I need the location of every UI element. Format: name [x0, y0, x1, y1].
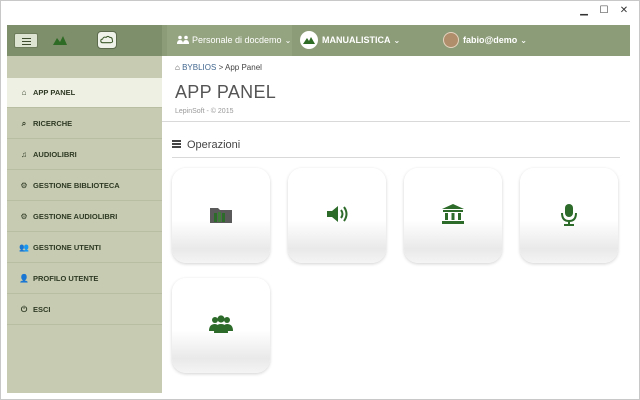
sidebar-item-profilo-utente[interactable]: 👤 PROFILO UTENTE — [7, 264, 162, 294]
music-icon: ♫ — [21, 150, 27, 159]
sidebar-item-ricerche[interactable]: ⌕ RICERCHE — [7, 109, 162, 139]
breadcrumb-root-link[interactable]: BYBLIOS — [182, 63, 216, 72]
window-titlebar: ▁ ☐ ✕ — [1, 1, 639, 23]
tile-recording[interactable] — [520, 168, 618, 263]
section-header: Operazioni — [172, 139, 240, 151]
user-label: fabio@demo — [463, 35, 518, 45]
mountain-logo-icon — [300, 30, 318, 49]
section-title: Operazioni — [187, 139, 241, 151]
chevron-down-icon: ⌄ — [393, 36, 401, 45]
users-icon — [177, 35, 189, 45]
minimize-button[interactable]: ▁ — [577, 4, 591, 18]
close-button[interactable]: ✕ — [617, 4, 631, 18]
sidebar-item-label: ESCI — [33, 305, 51, 314]
breadcrumb-current: App Panel — [225, 63, 262, 72]
sidebar-item-gestione-audiolibri[interactable]: ⚙ GESTIONE AUDIOLIBRI — [7, 202, 162, 232]
manual-label: MANUALISTICA — [322, 35, 391, 45]
sidebar-item-label: APP PANEL — [33, 88, 76, 97]
mountain-logo-icon[interactable] — [53, 36, 67, 45]
sidebar-item-label: AUDIOLIBRI — [33, 150, 77, 159]
personal-docdemo-label: Personale di docdemo — [192, 35, 282, 45]
search-icon: ⌕ — [21, 119, 27, 128]
top-navbar: Personale di docdemo ⌄ MANUALISTICA ⌄ fabi… — [7, 25, 630, 56]
chevron-down-icon: ⌄ — [520, 36, 527, 45]
sidebar-item-label: PROFILO UTENTE — [33, 274, 99, 283]
sidebar-item-label: GESTIONE BIBLIOTECA — [33, 181, 120, 190]
sidebar-item-label: RICERCHE — [33, 119, 73, 128]
gears-icon: ⚙ — [20, 212, 28, 221]
home-icon: ⌂ — [21, 88, 27, 97]
page-title: APP PANEL — [175, 82, 277, 102]
personal-docdemo-menu[interactable]: Personale di docdemo ⌄ — [167, 25, 292, 56]
manual-menu[interactable]: MANUALISTICA ⌄ — [292, 25, 412, 56]
menu-toggle-button[interactable] — [14, 33, 38, 48]
chevron-down-icon: ⌄ — [284, 36, 292, 45]
sidebar-item-app-panel[interactable]: ⌂ APP PANEL — [7, 78, 162, 108]
books-icon — [210, 208, 232, 223]
main-content: ⌂ BYBLIOS > App Panel APP PANEL LepinSof… — [162, 56, 630, 393]
divider — [172, 157, 620, 158]
gears-icon: ⚙ — [20, 181, 28, 190]
navbar-brand-area — [7, 25, 162, 56]
sidebar-item-gestione-biblioteca[interactable]: ⚙ GESTIONE BIBLIOTECA — [7, 171, 162, 201]
sidebar-item-gestione-utenti[interactable]: 👥 GESTIONE UTENTI — [7, 233, 162, 263]
users-icon — [209, 315, 233, 333]
cloud-logo-icon[interactable] — [97, 31, 117, 49]
breadcrumb: ⌂ BYBLIOS > App Panel — [175, 63, 262, 72]
speaker-icon — [327, 206, 348, 222]
tile-users[interactable] — [172, 278, 270, 373]
avatar — [443, 31, 459, 48]
microphone-icon — [561, 204, 577, 226]
page-subtitle: LepinSoft - © 2015 — [175, 108, 234, 115]
sidebar-item-label: GESTIONE AUDIOLIBRI — [33, 212, 118, 221]
maximize-button[interactable]: ☐ — [597, 4, 611, 18]
tile-books[interactable] — [172, 168, 270, 263]
users-icon: 👥 — [19, 243, 29, 252]
user-menu[interactable]: fabio@demo ⌄ — [439, 25, 549, 56]
sidebar: ⌂ APP PANEL ⌕ RICERCHE ♫ AUDIOLIBRI ⚙ GESTIO… — [7, 56, 162, 393]
tile-library[interactable] — [404, 168, 502, 263]
tile-audio[interactable] — [288, 168, 386, 263]
divider — [162, 121, 630, 122]
home-icon: ⌂ — [175, 63, 180, 72]
user-icon: 👤 — [19, 274, 29, 283]
power-icon: ⏻ — [20, 305, 28, 314]
sidebar-item-label: GESTIONE UTENTI — [33, 243, 101, 252]
sidebar-item-esci[interactable]: ⏻ ESCI — [7, 295, 162, 325]
breadcrumb-separator: > — [218, 63, 224, 72]
sidebar-item-audiolibri[interactable]: ♫ AUDIOLIBRI — [7, 140, 162, 170]
library-icon — [442, 204, 464, 224]
bars-icon — [172, 140, 181, 148]
